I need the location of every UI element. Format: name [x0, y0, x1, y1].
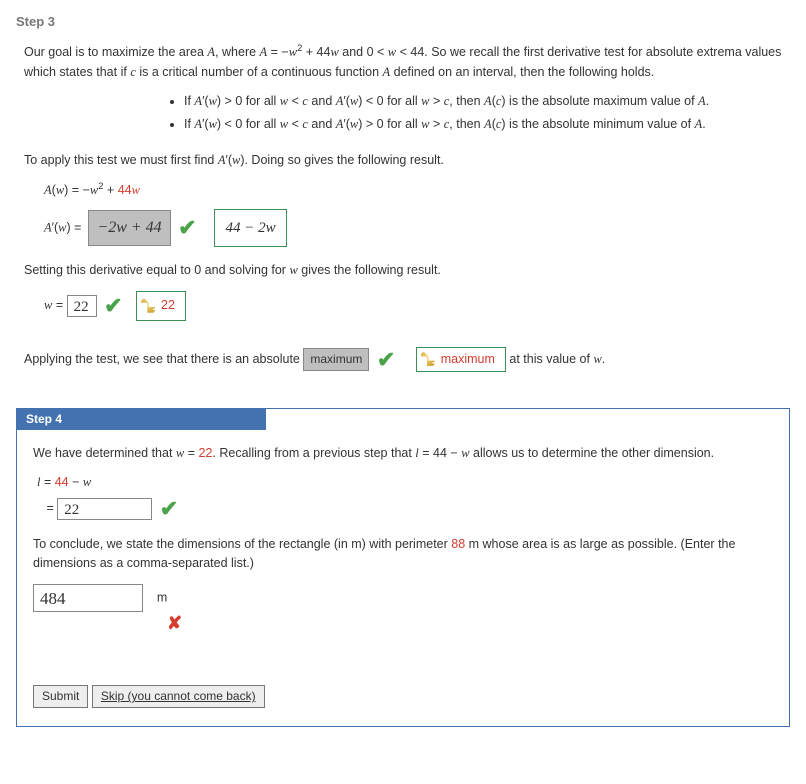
w-correct-answer: 22 [136, 291, 186, 321]
submit-button[interactable]: Submit [33, 685, 88, 708]
l-input[interactable]: 22 [57, 498, 152, 520]
extremum-correct-answer: maximum [416, 347, 506, 372]
extremum-user-answer: maximum [303, 348, 369, 371]
rule-max: If A′(w) > 0 for all w < c and A′(w) < 0… [184, 92, 782, 111]
step4-panel: Step 4 We have determined that w = 22. R… [16, 408, 790, 727]
check-icon: ✔ [160, 498, 178, 520]
rule-min: If A′(w) < 0 for all w < c and A′(w) > 0… [184, 115, 782, 134]
check-icon: ✔ [178, 217, 196, 239]
unit-label: m [157, 590, 167, 604]
cross-icon: ✘ [167, 610, 182, 638]
derivative-test-rules: If A′(w) > 0 for all w < c and A′(w) < 0… [184, 92, 782, 135]
apply-test-line: To apply this test we must first find A′… [24, 151, 782, 170]
step3-intro: Our goal is to maximize the area A, wher… [24, 41, 782, 82]
conclude-line: To conclude, we state the dimensions of … [33, 535, 773, 574]
apply-test-result: Applying the test, we see that there is … [24, 347, 782, 372]
w-input[interactable]: 22 [67, 295, 97, 317]
step3-header: Step 3 [16, 14, 790, 29]
check-icon: ✔ [377, 349, 395, 371]
step4-intro: We have determined that w = 22. Recallin… [33, 444, 773, 463]
setting-derivative-line: Setting this derivative equal to 0 and s… [24, 261, 782, 280]
derivative-user-answer: −2w + 44 [88, 210, 170, 246]
skip-button[interactable]: Skip (you cannot come back) [92, 685, 265, 708]
step4-header: Step 4 [16, 408, 266, 430]
equation-A-prime: A′(w) = −2w + 44 ✔ 44 − 2w [44, 209, 758, 248]
equation-l-line1: l = 44 − w [37, 471, 749, 495]
dimensions-input[interactable]: 484 [33, 584, 143, 612]
derivative-correct-answer: 44 − 2w [214, 209, 286, 248]
equation-l-line2: = 22 ✔ [37, 497, 749, 521]
equation-A: A(w) = −w2 + 44w [44, 178, 758, 203]
check-icon: ✔ [104, 295, 122, 317]
